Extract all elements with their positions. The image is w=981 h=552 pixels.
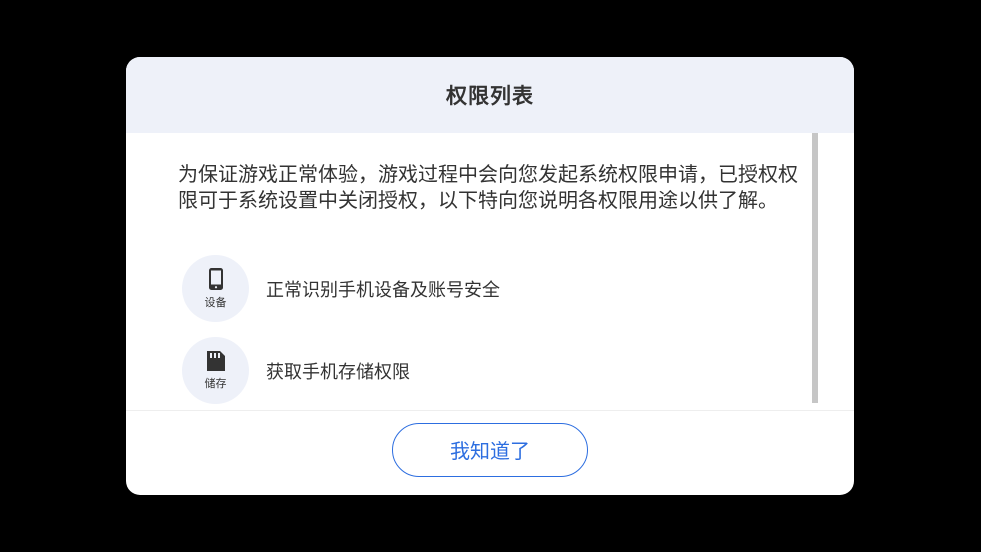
sd-card-icon [206, 351, 225, 371]
permission-item-storage: 储存 获取手机存储权限 [182, 337, 410, 404]
phone-icon [208, 268, 223, 290]
confirm-button[interactable]: 我知道了 [392, 422, 588, 477]
scrollbar[interactable] [812, 133, 818, 403]
permission-icon-label: 储存 [204, 377, 227, 390]
permission-text: 获取手机存储权限 [266, 361, 410, 383]
permission-icon-label: 设备 [204, 296, 227, 309]
permission-icon-device: 设备 [182, 255, 249, 322]
permission-icon-storage: 储存 [182, 337, 249, 404]
permission-dialog: 权限列表 为保证游戏正常体验，游戏过程中会向您发起系统权限申请，已授权权限可于系… [126, 57, 854, 495]
dialog-title: 权限列表 [446, 84, 534, 108]
dialog-body[interactable]: 为保证游戏正常体验，游戏过程中会向您发起系统权限申请，已授权权限可于系统设置中关… [126, 133, 854, 410]
dialog-header: 权限列表 [126, 57, 854, 133]
permission-description: 为保证游戏正常体验，游戏过程中会向您发起系统权限申请，已授权权限可于系统设置中关… [178, 162, 798, 212]
permission-text: 正常识别手机设备及账号安全 [266, 279, 500, 301]
dialog-footer: 我知道了 [126, 410, 854, 495]
permission-item-device: 设备 正常识别手机设备及账号安全 [182, 255, 500, 322]
